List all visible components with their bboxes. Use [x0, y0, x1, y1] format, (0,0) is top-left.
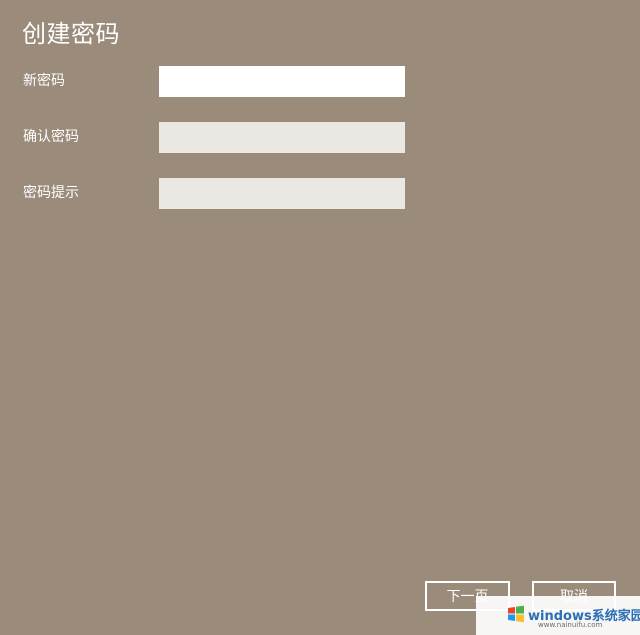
password-hint-label: 密码提示: [23, 185, 79, 201]
new-password-input[interactable]: [159, 66, 405, 97]
confirm-password-input[interactable]: [159, 122, 405, 153]
page-title: 创建密码: [22, 20, 120, 48]
watermark-url: www.nainuifu.com: [538, 621, 603, 629]
password-hint-input[interactable]: [159, 178, 405, 209]
windows-logo-icon: [508, 605, 524, 623]
confirm-password-row: 确认密码: [0, 122, 640, 154]
confirm-password-label: 确认密码: [23, 129, 79, 145]
new-password-row: 新密码: [0, 66, 640, 98]
new-password-label: 新密码: [23, 73, 65, 89]
watermark: windows系统家园 www.nainuifu.com: [476, 596, 640, 635]
password-hint-row: 密码提示: [0, 178, 640, 210]
